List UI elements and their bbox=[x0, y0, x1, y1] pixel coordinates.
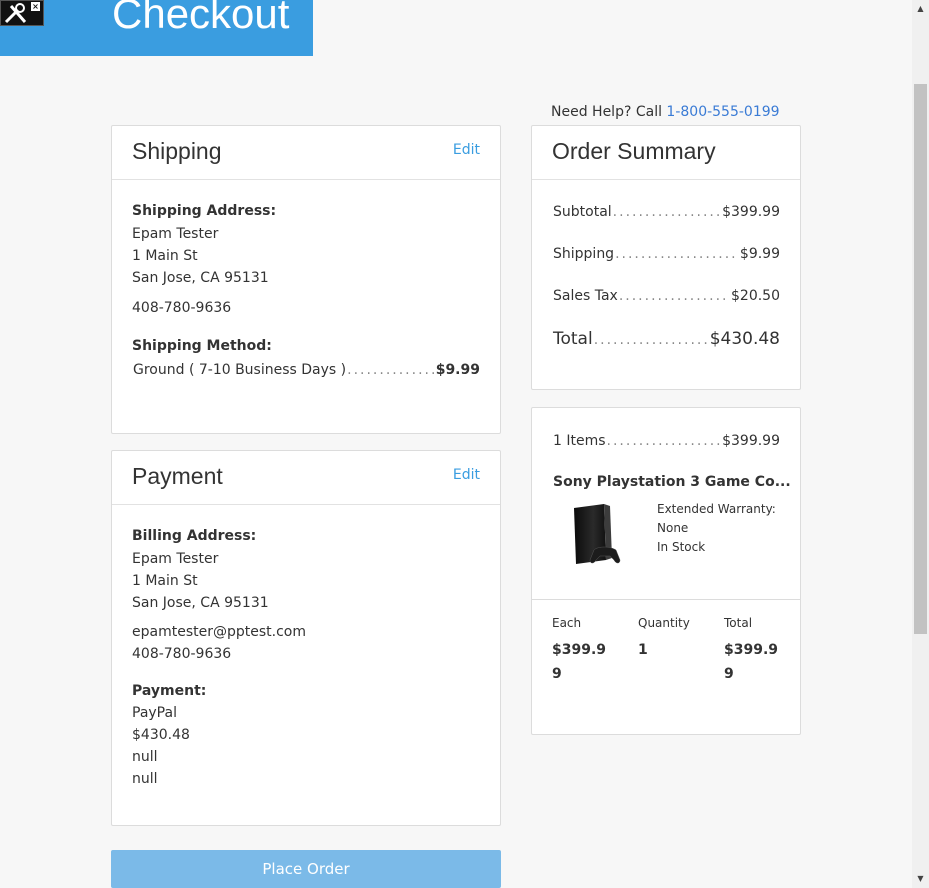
total-value: $430.48 bbox=[709, 329, 780, 349]
warranty-value: None bbox=[657, 521, 689, 535]
close-icon[interactable]: × bbox=[31, 2, 40, 11]
tax-value: $20.50 bbox=[731, 288, 780, 304]
checkout-page: Checkout × Need Help? Call 1-800-555-019… bbox=[0, 0, 912, 888]
shipping-method-label: Shipping Method: bbox=[132, 338, 272, 354]
shipping-header: Shipping Edit bbox=[112, 126, 500, 180]
shipping-value: $9.99 bbox=[739, 246, 780, 262]
stock-status: In Stock bbox=[657, 540, 706, 554]
shipping-street: 1 Main St bbox=[132, 248, 198, 264]
tools-icon[interactable]: × bbox=[0, 0, 44, 26]
item-total-value: $399.99 bbox=[724, 642, 779, 682]
product-name[interactable]: Sony Playstation 3 Game Co... bbox=[553, 474, 791, 490]
payment-title: Payment bbox=[132, 463, 223, 489]
shipping-address-label: Shipping Address: bbox=[132, 203, 277, 219]
payment-label: Payment: bbox=[132, 683, 207, 699]
order-summary-card: Order Summary Subtotal .................… bbox=[531, 125, 801, 390]
payment-edit-link[interactable]: Edit bbox=[453, 467, 480, 483]
place-order-button[interactable]: Place Order bbox=[111, 850, 501, 888]
items-total: $399.99 bbox=[722, 433, 780, 449]
scroll-down-icon[interactable]: ▼ bbox=[912, 872, 929, 886]
each-label: Each bbox=[552, 616, 582, 630]
shipping-edit-link[interactable]: Edit bbox=[453, 142, 480, 158]
order-summary-header: Order Summary bbox=[532, 126, 800, 180]
payment-amount: $430.48 bbox=[132, 727, 190, 743]
warranty-label: Extended Warranty: bbox=[657, 502, 776, 516]
billing-street: 1 Main St bbox=[132, 573, 198, 589]
quantity-value: 1 bbox=[638, 642, 648, 658]
shipping-method-row: Ground ( 7-10 Business Days ) ..........… bbox=[133, 362, 480, 378]
help-text: Need Help? Call 1-800-555-0199 bbox=[551, 104, 780, 120]
help-prefix: Need Help? Call bbox=[551, 104, 667, 120]
quantity-label: Quantity bbox=[638, 616, 690, 630]
shipping-name: Epam Tester bbox=[132, 226, 219, 242]
each-value: $399.99 bbox=[552, 642, 607, 682]
shipping-method-price: $9.99 bbox=[435, 362, 480, 378]
subtotal-value: $399.99 bbox=[722, 204, 780, 220]
items-count-row: 1 Items .............................. $… bbox=[553, 433, 780, 449]
billing-address-label: Billing Address: bbox=[132, 528, 257, 544]
billing-city: San Jose, CA 95131 bbox=[132, 595, 269, 611]
items-divider bbox=[532, 599, 800, 600]
shipping-city: San Jose, CA 95131 bbox=[132, 270, 269, 286]
total-label: Total bbox=[553, 329, 593, 349]
items-card: 1 Items .............................. $… bbox=[531, 407, 801, 735]
total-row: Total .............................. $43… bbox=[553, 329, 780, 349]
billing-phone: 408-780-9636 bbox=[132, 646, 232, 662]
payment-header: Payment Edit bbox=[112, 451, 500, 505]
checkout-header: Checkout bbox=[0, 0, 313, 56]
payment-card: Payment Edit Billing Address: Epam Teste… bbox=[111, 450, 501, 826]
tax-label: Sales Tax bbox=[553, 288, 618, 304]
order-summary-title: Order Summary bbox=[552, 138, 716, 164]
page-title: Checkout bbox=[112, 0, 290, 37]
payment-line-1: null bbox=[132, 749, 158, 765]
shipping-title: Shipping bbox=[132, 138, 222, 164]
scroll-up-icon[interactable]: ▲ bbox=[912, 2, 929, 16]
items-count: 1 Items bbox=[553, 433, 606, 449]
subtotal-row: Subtotal .............................. … bbox=[553, 204, 780, 220]
billing-name: Epam Tester bbox=[132, 551, 219, 567]
shipping-row: Shipping .............................. … bbox=[553, 246, 780, 262]
payment-method: PayPal bbox=[132, 705, 177, 721]
payment-line-2: null bbox=[132, 771, 158, 787]
tax-row: Sales Tax ..............................… bbox=[553, 288, 780, 304]
item-total-label: Total bbox=[724, 616, 753, 630]
product-image[interactable] bbox=[568, 502, 626, 568]
help-phone-link[interactable]: 1-800-555-0199 bbox=[666, 104, 779, 120]
subtotal-label: Subtotal bbox=[553, 204, 612, 220]
vertical-scrollbar[interactable]: ▲ ▼ bbox=[912, 0, 929, 888]
shipping-card: Shipping Edit Shipping Address: Epam Tes… bbox=[111, 125, 501, 434]
shipping-method: Ground ( 7-10 Business Days ) bbox=[133, 362, 347, 378]
scrollbar-thumb[interactable] bbox=[914, 84, 927, 634]
shipping-label: Shipping bbox=[553, 246, 615, 262]
billing-email: epamtester@pptest.com bbox=[132, 624, 306, 640]
shipping-phone: 408-780-9636 bbox=[132, 300, 232, 316]
